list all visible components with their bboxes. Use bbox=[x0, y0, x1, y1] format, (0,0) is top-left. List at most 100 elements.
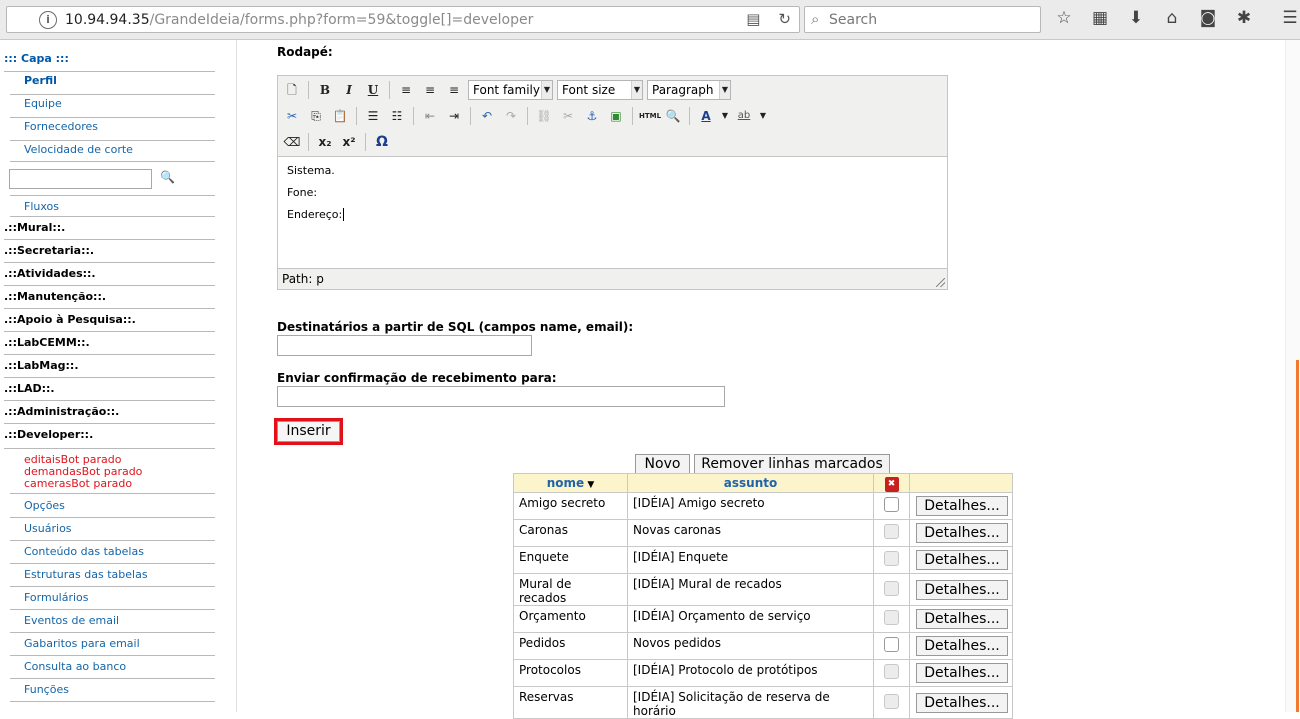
sidebar-item-estruturas-tabelas[interactable]: Estruturas das tabelas bbox=[10, 564, 215, 587]
sidebar-section-administracao[interactable]: .::Administração::. bbox=[4, 401, 215, 424]
row-checkbox bbox=[884, 664, 899, 679]
details-button[interactable]: Detalhes... bbox=[916, 579, 1008, 600]
format-select[interactable]: Paragraph ▼ bbox=[647, 80, 731, 100]
sidebar-section-labcemm[interactable]: .::LabCEMM::. bbox=[4, 332, 215, 355]
sidebar-search-input[interactable] bbox=[9, 169, 152, 189]
sidebar-search-button[interactable]: 🔍 bbox=[160, 170, 175, 184]
new-document-icon[interactable]: 🗋 bbox=[282, 80, 302, 100]
column-header-assunto[interactable]: assunto bbox=[627, 473, 874, 493]
reload-icon[interactable]: ↻ bbox=[778, 10, 791, 28]
eraser-icon[interactable]: ⌫ bbox=[282, 132, 302, 152]
trash-icon: ✖ bbox=[884, 476, 899, 492]
chevron-down-icon[interactable]: ▼ bbox=[720, 106, 730, 126]
sql-recipients-input[interactable] bbox=[277, 335, 532, 356]
details-button[interactable]: Detalhes... bbox=[916, 609, 1008, 629]
details-button[interactable]: Detalhes... bbox=[916, 496, 1008, 516]
chevron-down-icon[interactable]: ▼ bbox=[758, 106, 768, 126]
align-right-icon[interactable]: ≡ bbox=[444, 80, 464, 100]
special-char-icon[interactable]: Ω bbox=[372, 132, 392, 152]
sidebar-item-funcoes[interactable]: Funções bbox=[10, 679, 215, 702]
new-button[interactable]: Novo bbox=[635, 454, 690, 474]
numbered-list-icon[interactable]: ☷ bbox=[387, 106, 407, 126]
sidebar-item-gabaritos-email[interactable]: Gabaritos para email bbox=[10, 633, 215, 656]
sidebar-section-secretaria[interactable]: .::Secretaria::. bbox=[4, 240, 215, 263]
sidebar-section-atividades[interactable]: .::Atividades::. bbox=[4, 263, 215, 286]
sidebar-section-developer[interactable]: .::Developer::. bbox=[4, 424, 215, 449]
subscript-icon[interactable]: x₂ bbox=[315, 132, 335, 152]
anchor-icon[interactable]: ⚓ bbox=[582, 106, 602, 126]
extension-icon[interactable]: ✱ bbox=[1233, 8, 1255, 28]
sidebar-section-lad[interactable]: .::LAD::. bbox=[4, 378, 215, 401]
link-icon[interactable]: ⛓ bbox=[534, 106, 554, 126]
italic-button[interactable]: I bbox=[339, 80, 359, 100]
details-button[interactable]: Detalhes... bbox=[916, 523, 1008, 543]
sidebar-item-perfil[interactable]: Perfil bbox=[10, 72, 215, 95]
details-button[interactable]: Detalhes... bbox=[916, 550, 1008, 570]
image-icon[interactable]: ▣ bbox=[606, 106, 626, 126]
reading-list-icon[interactable]: ▦ bbox=[1089, 8, 1111, 28]
remove-marked-button[interactable]: Remover linhas marcados bbox=[694, 454, 890, 474]
copy-icon[interactable]: ⎘ bbox=[306, 106, 326, 126]
browser-search-box[interactable]: ⌕ Search bbox=[804, 6, 1041, 33]
sidebar-section-apoio-pesquisa[interactable]: .::Apoio à Pesquisa::. bbox=[4, 309, 215, 332]
align-center-icon[interactable]: ≡ bbox=[420, 80, 440, 100]
cleanup-icon[interactable]: 🔍 bbox=[663, 106, 683, 126]
sidebar-item-eventos-email[interactable]: Eventos de email bbox=[10, 610, 215, 633]
site-info-icon[interactable]: i bbox=[39, 11, 57, 29]
row-checkbox bbox=[884, 610, 899, 625]
text-color-icon[interactable]: A bbox=[696, 106, 716, 126]
insert-button[interactable]: Inserir bbox=[274, 418, 343, 445]
cell-nome: Caronas bbox=[513, 519, 628, 547]
sidebar-item-consulta-banco[interactable]: Consulta ao banco bbox=[10, 656, 215, 679]
paste-icon[interactable]: 📋 bbox=[330, 106, 350, 126]
row-checkbox[interactable] bbox=[884, 497, 899, 512]
sidebar-section-mural[interactable]: .::Mural::. bbox=[4, 217, 215, 240]
editor-content-area[interactable]: Sistema. Fone: Endereço: bbox=[278, 156, 947, 269]
details-button[interactable]: Detalhes... bbox=[916, 692, 1008, 713]
details-button[interactable]: Detalhes... bbox=[916, 663, 1008, 683]
resize-handle-icon[interactable] bbox=[936, 278, 945, 287]
download-icon[interactable]: ⬇ bbox=[1125, 8, 1147, 28]
bookmark-star-icon[interactable]: ☆ bbox=[1053, 8, 1075, 28]
url-bar[interactable]: i 10.94.94.35/GrandeIdeia/forms.php?form… bbox=[6, 6, 800, 33]
pocket-icon[interactable]: ◙ bbox=[1197, 8, 1219, 28]
html-source-icon[interactable]: HTML bbox=[639, 106, 661, 126]
confirm-receipt-label: Enviar confirmação de recebimento para: bbox=[277, 371, 557, 385]
table-row: Mural de recados [IDÉIA] Mural de recados… bbox=[513, 573, 1013, 606]
sidebar-section-labmag[interactable]: .::LabMag::. bbox=[4, 355, 215, 378]
sidebar-item-formularios[interactable]: Formulários bbox=[10, 587, 215, 610]
cut-icon[interactable]: ✂ bbox=[282, 106, 302, 126]
column-header-nome[interactable]: nome ▼ bbox=[513, 473, 628, 493]
details-button[interactable]: Detalhes... bbox=[916, 636, 1008, 656]
sidebar-item-fluxos[interactable]: Fluxos bbox=[10, 195, 215, 217]
redo-icon[interactable]: ↷ bbox=[501, 106, 521, 126]
scrollbar-thumb[interactable] bbox=[1296, 360, 1299, 712]
superscript-icon[interactable]: x² bbox=[339, 132, 359, 152]
cell-actions: Detalhes... bbox=[909, 659, 1013, 687]
undo-icon[interactable]: ↶ bbox=[477, 106, 497, 126]
row-checkbox[interactable] bbox=[884, 637, 899, 652]
highlight-color-icon[interactable]: ab bbox=[734, 106, 754, 126]
bullet-list-icon[interactable]: ☰ bbox=[363, 106, 383, 126]
home-icon[interactable]: ⌂ bbox=[1161, 8, 1183, 28]
font-family-select[interactable]: Font family ▼ bbox=[468, 80, 553, 100]
indent-icon[interactable]: ⇥ bbox=[444, 106, 464, 126]
underline-button[interactable]: U bbox=[363, 80, 383, 100]
confirm-receipt-input[interactable] bbox=[277, 386, 725, 407]
font-size-select[interactable]: Font size ▼ bbox=[557, 80, 643, 100]
sidebar-item-equipe[interactable]: Equipe bbox=[10, 95, 215, 118]
page-scrollbar[interactable] bbox=[1285, 40, 1300, 712]
sidebar-item-opcoes[interactable]: Opções bbox=[10, 495, 215, 518]
sidebar-item-velocidade-de-corte[interactable]: Velocidade de corte bbox=[10, 141, 215, 162]
sidebar-item-capa[interactable]: ::: Capa ::: bbox=[4, 50, 215, 72]
sidebar-item-usuarios[interactable]: Usuários bbox=[10, 518, 215, 541]
reader-view-icon[interactable]: ▤ bbox=[746, 10, 760, 28]
align-left-icon[interactable]: ≡ bbox=[396, 80, 416, 100]
menu-icon[interactable]: ☰ bbox=[1279, 8, 1300, 28]
sidebar-section-manutencao[interactable]: .::Manutenção::. bbox=[4, 286, 215, 309]
sidebar-item-fornecedores[interactable]: Fornecedores bbox=[10, 118, 215, 141]
bold-button[interactable]: B bbox=[315, 80, 335, 100]
outdent-icon[interactable]: ⇤ bbox=[420, 106, 440, 126]
sidebar-item-conteudo-tabelas[interactable]: Conteúdo das tabelas bbox=[10, 541, 215, 564]
unlink-icon[interactable]: ✂ bbox=[558, 106, 578, 126]
